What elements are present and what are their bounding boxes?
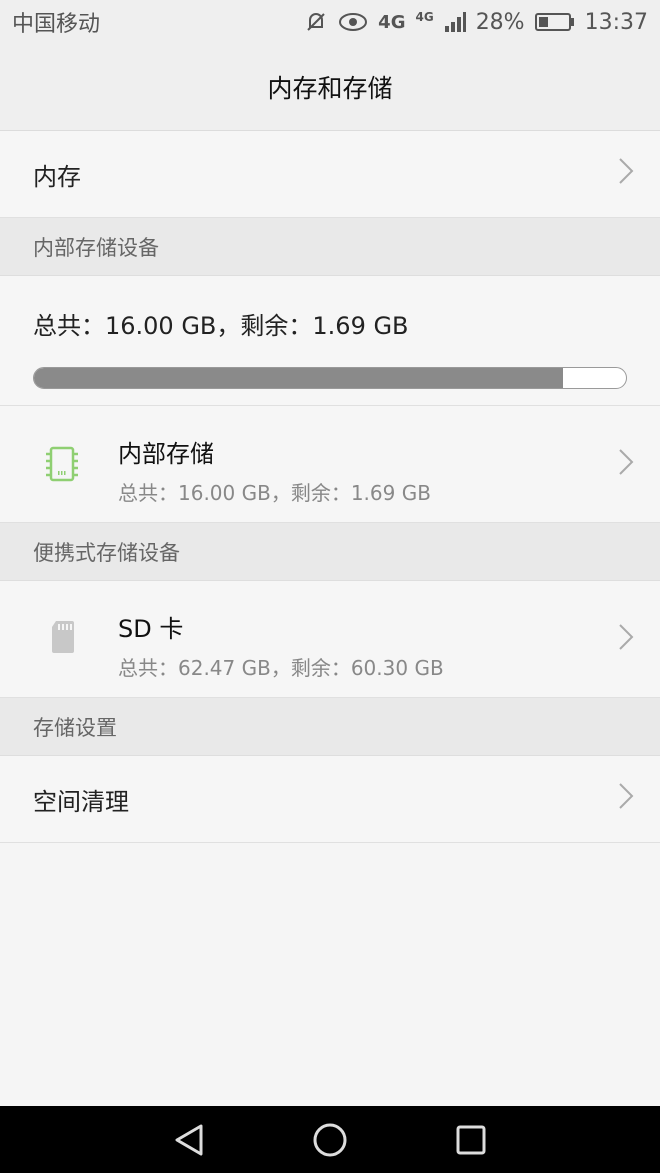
internal-storage-item[interactable]: 内部存储 总共：16.00 GB，剩余：1.69 GB (0, 406, 660, 523)
chevron-right-icon (618, 623, 634, 655)
memory-row[interactable]: 内存 (0, 131, 660, 218)
internal-storage-summary-text: 总共：16.00 GB，剩余：1.69 GB (33, 312, 409, 340)
home-icon[interactable] (312, 1122, 348, 1158)
space-cleanup-row[interactable]: 空间清理 (0, 756, 660, 843)
internal-storage-subtitle: 总共：16.00 GB，剩余：1.69 GB (118, 481, 431, 505)
internal-storage-section-title: 内部存储设备 (33, 235, 159, 260)
internal-storage-section-header: 内部存储设备 (0, 218, 660, 276)
carrier-label: 中国移动 (12, 12, 101, 37)
page-title: 内存和存储 (267, 74, 393, 103)
sd-card-icon (50, 619, 76, 659)
space-cleanup-label: 空间清理 (33, 787, 129, 816)
sd-card-title: SD 卡 (118, 615, 184, 643)
page-title-bar: 内存和存储 (0, 44, 660, 131)
clock: 13:37 (584, 9, 648, 35)
eye-icon (338, 11, 368, 33)
signal-icon (444, 11, 466, 33)
battery-icon (534, 12, 575, 32)
sd-card-subtitle: 总共：62.47 GB，剩余：60.30 GB (118, 656, 444, 680)
mute-icon (304, 10, 328, 34)
storage-usage-bar (33, 367, 627, 389)
internal-storage-text: 内部存储 总共：16.00 GB，剩余：1.69 GB (118, 434, 431, 506)
sd-card-item[interactable]: SD 卡 总共：62.47 GB，剩余：60.30 GB (0, 581, 660, 698)
chevron-right-icon (618, 782, 634, 816)
storage-settings-section-title: 存储设置 (33, 715, 117, 740)
network-4g-small-label: 4G (415, 9, 434, 24)
status-bar: 中国移动 4G 4G 28% 13:37 (0, 0, 660, 44)
sd-card-text: SD 卡 总共：62.47 GB，剩余：60.30 GB (118, 609, 444, 681)
portable-storage-section-header: 便携式存储设备 (0, 523, 660, 581)
network-4g-label: 4G (378, 11, 406, 33)
chevron-right-icon (618, 157, 634, 191)
storage-usage-fill (34, 368, 564, 388)
back-icon[interactable] (173, 1123, 205, 1157)
battery-percent: 28% (475, 9, 525, 35)
storage-settings-section-header: 存储设置 (0, 698, 660, 756)
internal-storage-title: 内部存储 (118, 440, 214, 468)
navigation-bar (0, 1106, 660, 1173)
portable-storage-section-title: 便携式存储设备 (33, 540, 180, 565)
status-indicators: 4G 4G 28% 13:37 (304, 10, 648, 35)
chip-icon (45, 444, 79, 484)
chevron-right-icon (618, 448, 634, 480)
recents-icon[interactable] (455, 1124, 487, 1156)
internal-storage-summary: 总共：16.00 GB，剩余：1.69 GB (0, 276, 660, 406)
memory-row-label: 内存 (33, 162, 81, 191)
